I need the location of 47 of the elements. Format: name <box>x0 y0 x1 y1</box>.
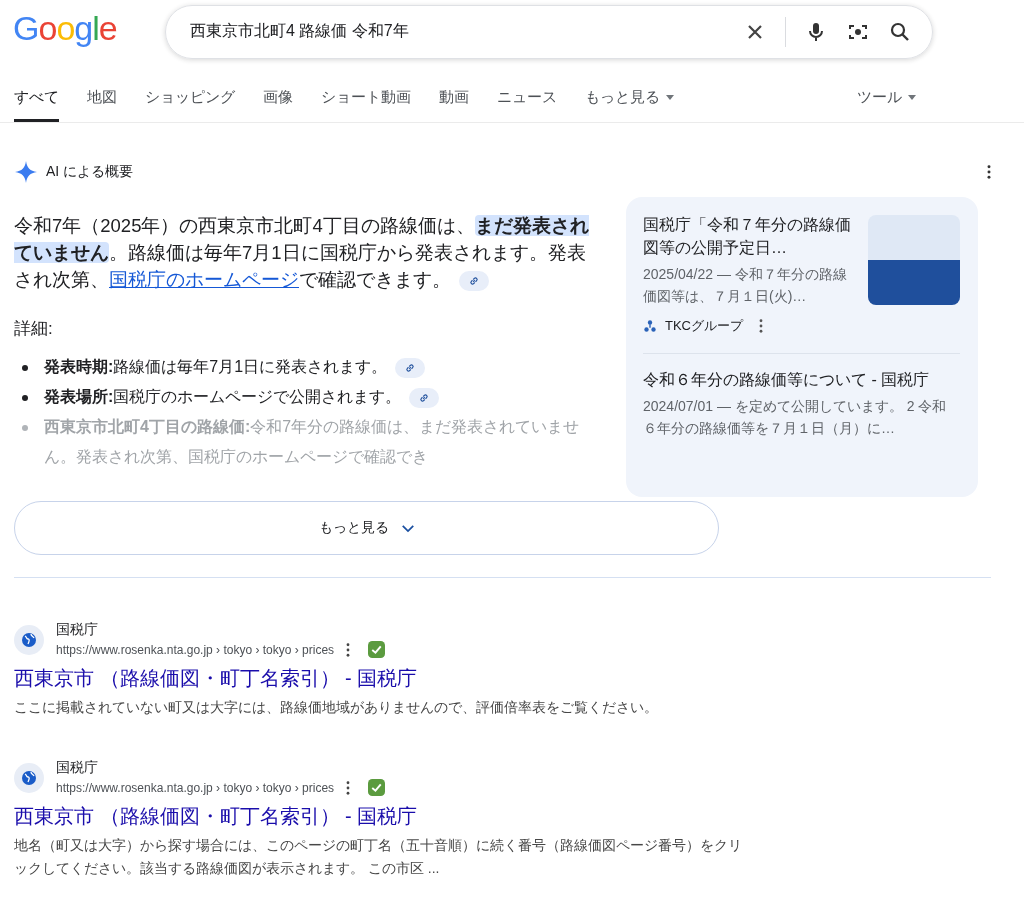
more-options-icon[interactable] <box>987 165 991 179</box>
ai-overview-title: AI による概要 <box>46 163 134 181</box>
link-icon[interactable] <box>409 387 440 408</box>
ai-summary-paragraph: 令和7年（2025年）の西東京市北町4丁目の路線価は、まだ発表されていません。路線価は毎年7月1日に国税庁から発表されます。発表され次第、国税庁のホームページで確認できます。 <box>14 214 590 293</box>
details-heading: 詳細: <box>14 318 54 340</box>
tab[interactable]: ショート動画 <box>321 88 411 122</box>
link-icon[interactable] <box>459 271 489 292</box>
caret-icon <box>666 95 674 100</box>
more-options-icon[interactable] <box>759 319 763 333</box>
tab[interactable]: ショッピング <box>145 88 235 122</box>
source-snippet: 2025/04/22 — 令和７年分の路線価図等は、７月１日(火)… <box>643 265 848 306</box>
detail-text: 西東京市北町4丁目の路線価:令和7年分の路線価は、まだ発表されていません。発表され次第、国税庁のホームページで確認でき <box>44 417 581 467</box>
check-badge-icon <box>368 779 386 796</box>
chevron-down-icon <box>400 523 415 533</box>
source-site: TKCグループ <box>665 317 743 335</box>
result-url[interactable]: https://www.rosenka.nta.go.jp › tokyo › tokyo › prices <box>56 642 335 657</box>
sparkle-icon <box>14 160 38 184</box>
org-icon <box>643 319 657 333</box>
more-options-icon[interactable] <box>346 642 351 657</box>
show-more-button[interactable]: もっと見る <box>14 501 719 555</box>
result-title-link[interactable]: 西東京市 （路線価図・町丁名索引） - 国税庁 <box>14 802 991 830</box>
source-title[interactable]: 令和６年分の路線価等について - 国税庁 <box>643 368 960 391</box>
tab[interactable]: 地図 <box>87 88 117 122</box>
result-snippet: 地名（町又は大字）から探す場合には、このページの町丁名（五十音順）に続く番号（路線価図ページ番号）をクリックしてください。該当する路線価図が表示されます。 この市区 ... <box>14 836 743 878</box>
tab[interactable]: 動画 <box>439 88 469 122</box>
result-snippet: ここに掲載されていない町又は大字には、路線価地域がありませんので、評価倍率表をご覧ください。 <box>14 698 659 717</box>
tools-menu[interactable]: ツール <box>857 88 916 122</box>
source-snippet: 2024/07/01 — を定めて公開しています。 2 令和６年分の路線価等を７月１日（月）に… <box>643 397 948 438</box>
globe-icon <box>14 624 44 655</box>
globe-icon <box>14 762 44 793</box>
tab[interactable]: もっと見る <box>585 88 674 122</box>
tab[interactable]: すべて <box>14 88 59 122</box>
link-icon[interactable] <box>395 357 426 378</box>
tab[interactable]: ニュース <box>497 88 557 122</box>
google-logo[interactable]: Google <box>13 8 165 48</box>
more-options-icon[interactable] <box>346 780 351 795</box>
site-name: 国税庁 <box>56 621 99 639</box>
detail-text: 発表時期:路線価は毎年7月1日に発表されます。 <box>44 352 426 382</box>
caret-icon <box>908 95 916 100</box>
result-title-link[interactable]: 西東京市 （路線価図・町丁名索引） - 国税庁 <box>14 664 991 692</box>
tab[interactable]: 画像 <box>263 88 293 122</box>
result-url[interactable]: https://www.rosenka.nta.go.jp › tokyo › tokyo › prices <box>56 780 335 795</box>
site-name: 国税庁 <box>56 759 99 777</box>
check-badge-icon <box>368 641 386 658</box>
source-title[interactable]: 国税庁「令和７年分の路線価図等の公開予定日… <box>643 213 858 259</box>
homepage-link[interactable]: 国税庁のホームページ <box>109 269 299 290</box>
detail-text: 発表場所:国税庁のホームページで公開されます。 <box>44 382 440 412</box>
